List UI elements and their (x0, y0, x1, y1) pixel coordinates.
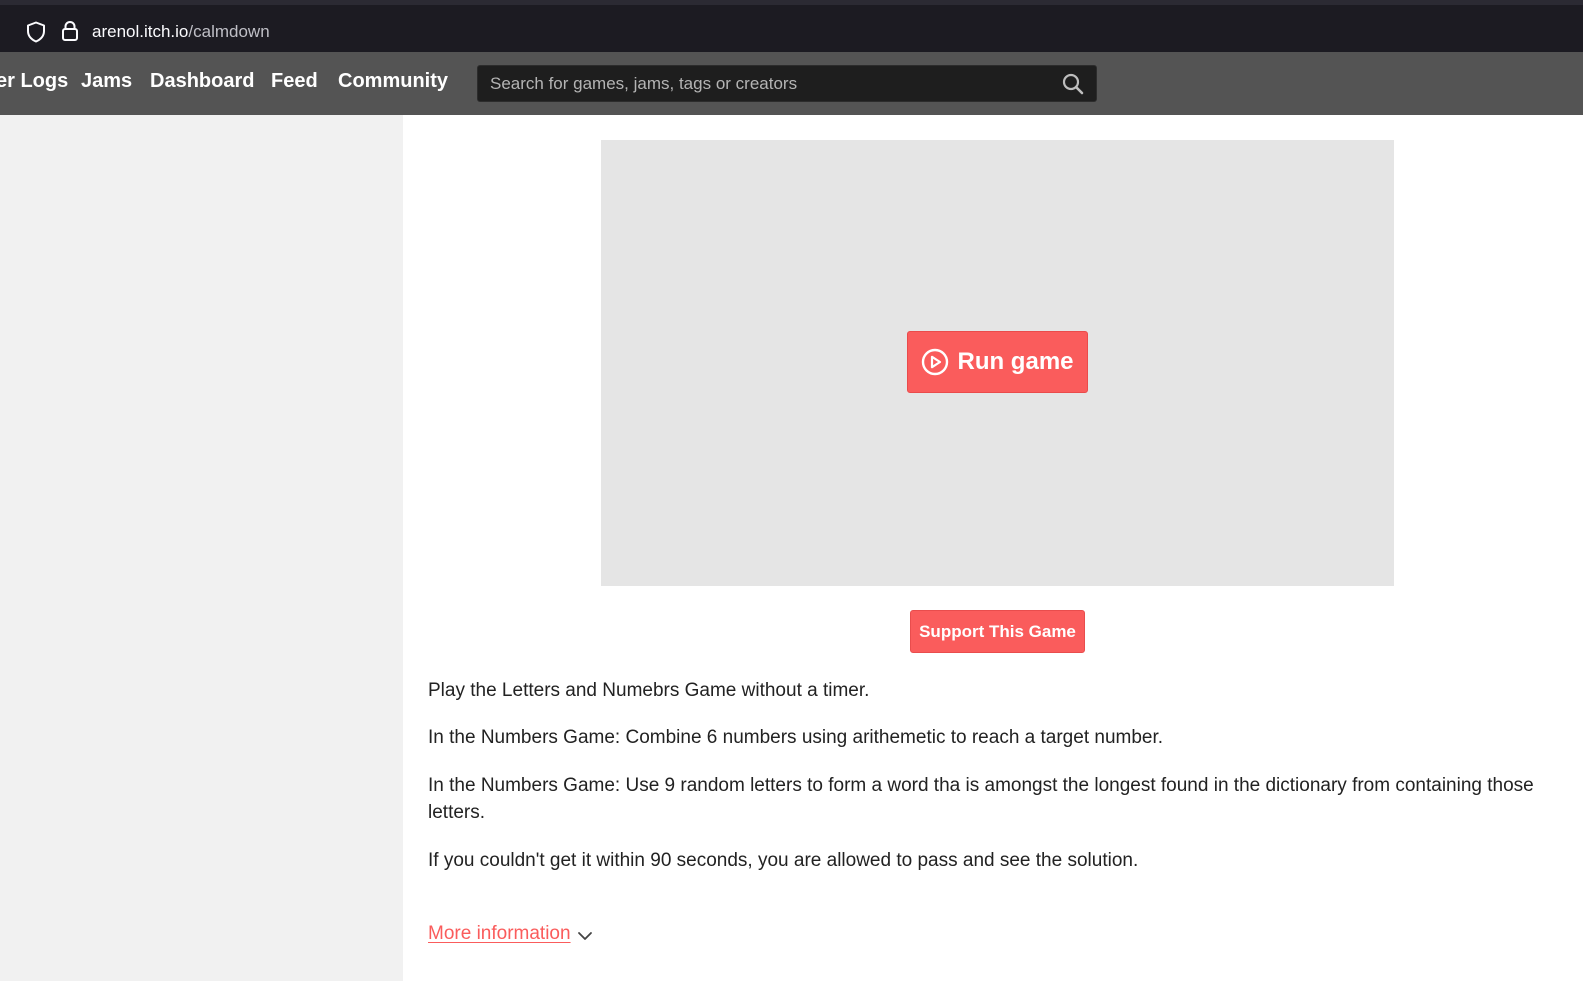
url-text[interactable]: arenol.itch.io/calmdown (92, 22, 270, 42)
site-header: er Logs Jams Dashboard Feed Community (0, 52, 1583, 115)
description-paragraph-3: In the Numbers Game: Use 9 random letter… (428, 775, 1534, 823)
nav-item-feed[interactable]: Feed (271, 70, 318, 93)
url-bar[interactable]: arenol.itch.io/calmdown (16, 10, 1583, 52)
nav-item-jams[interactable]: Jams (81, 70, 132, 93)
play-circle-icon (921, 348, 949, 376)
nav-item-dashboard[interactable]: Dashboard (150, 70, 254, 93)
url-path: /calmdown (188, 22, 270, 41)
description-paragraph-4: If you couldn't get it within 90 seconds… (428, 850, 1139, 871)
search-box (477, 65, 1097, 102)
left-side-panel (0, 115, 403, 981)
more-information-link[interactable]: More information (428, 923, 571, 945)
run-game-button[interactable]: Run game (907, 331, 1088, 393)
shield-icon[interactable] (26, 21, 46, 43)
run-game-label: Run game (957, 348, 1074, 375)
game-page-content: Run game Support This Game Play the Lett… (403, 115, 1583, 981)
nav-item-community[interactable]: Community (338, 70, 448, 93)
description-paragraph-2: In the Numbers Game: Combine 6 numbers u… (428, 727, 1164, 748)
game-embed-frame: Run game (601, 140, 1394, 586)
support-this-game-button[interactable]: Support This Game (910, 610, 1085, 653)
lock-icon[interactable] (61, 20, 79, 42)
description-paragraph-1: Play the Letters and Numebrs Game withou… (428, 680, 870, 701)
browser-toolbar: arenol.itch.io/calmdown (0, 0, 1583, 52)
search-input[interactable] (478, 66, 1058, 101)
chevron-down-icon (577, 928, 593, 944)
search-icon[interactable] (1062, 73, 1084, 95)
url-host: arenol.itch.io (92, 22, 189, 41)
more-information-toggle[interactable]: More information (428, 923, 593, 945)
nav-item-devlogs[interactable]: er Logs (0, 70, 68, 93)
